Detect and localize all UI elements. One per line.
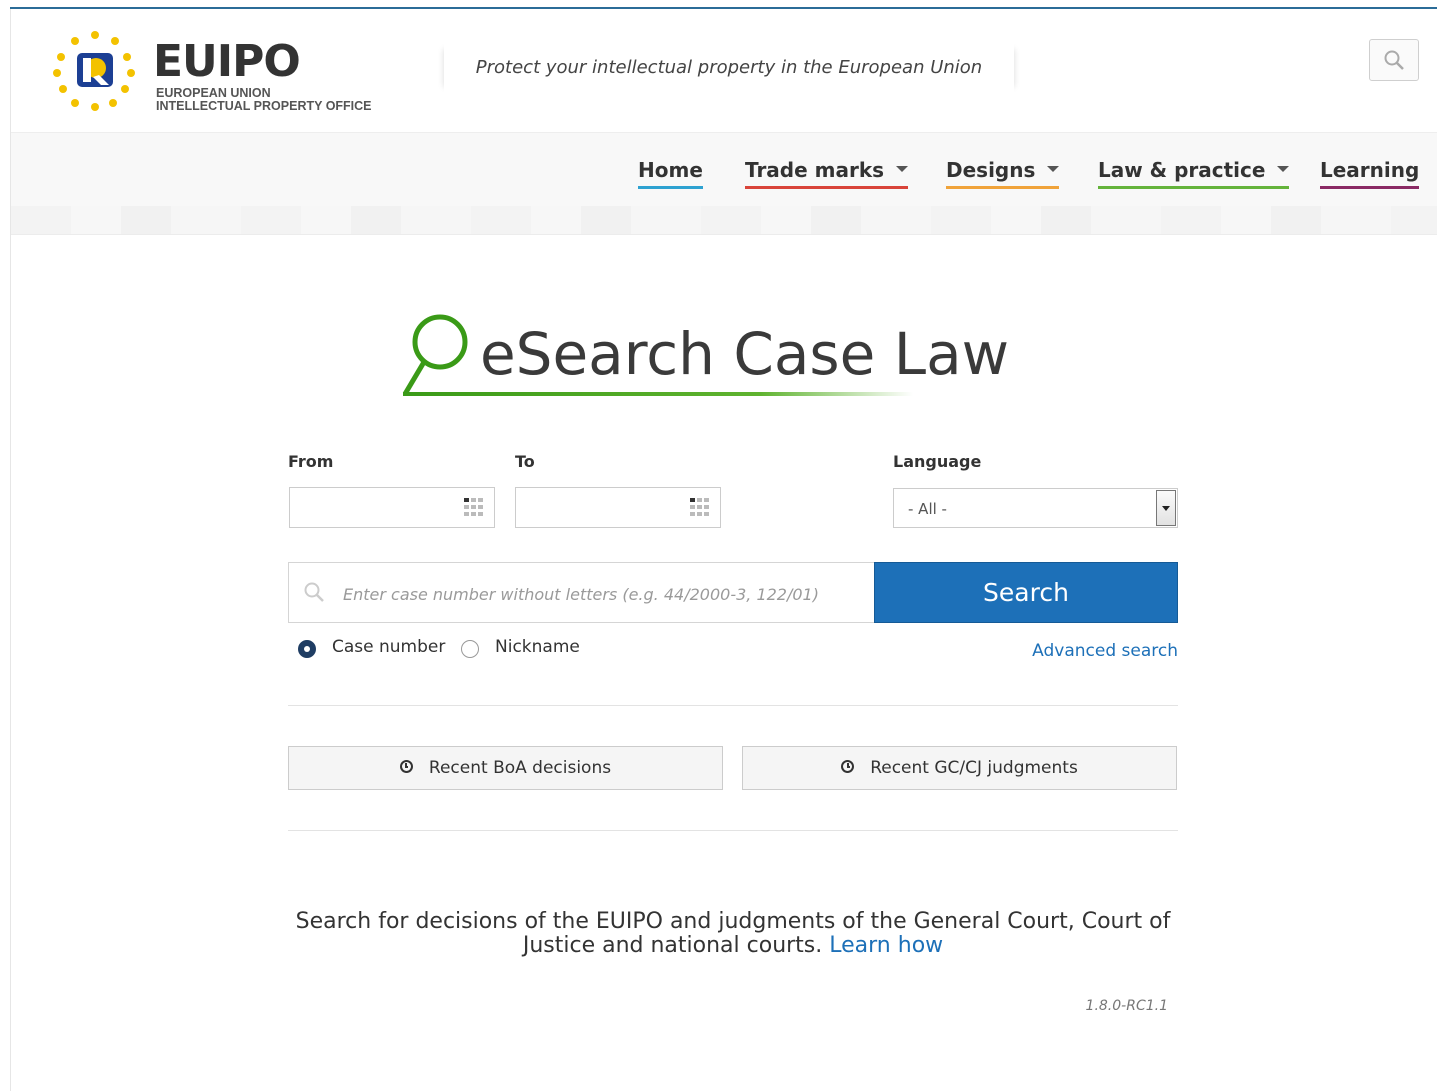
clock-icon bbox=[841, 759, 855, 773]
nav-designs-label: Designs bbox=[946, 158, 1036, 182]
page-title: eSearch Case Law bbox=[480, 320, 1010, 388]
version-label: 1.8.0-RC1.1 bbox=[1085, 998, 1168, 1014]
esearch-brand: eSearch Case Law bbox=[400, 312, 1020, 407]
language-label: Language bbox=[893, 452, 982, 471]
recent-gc-label: Recent GC/CJ judgments bbox=[870, 758, 1078, 778]
language-select-value: - All - bbox=[908, 500, 947, 518]
nav-trade-marks-label: Trade marks bbox=[745, 158, 885, 182]
radio-case-number-label: Case number bbox=[332, 637, 446, 657]
recent-boa-button[interactable]: Recent BoA decisions bbox=[288, 746, 723, 790]
nav-home[interactable]: Home bbox=[638, 158, 703, 189]
search-icon bbox=[1384, 50, 1404, 70]
tagline-box: Protect your intellectual property in th… bbox=[444, 43, 1014, 93]
caret-down-icon bbox=[1047, 165, 1060, 172]
logo-subtitle-line2: INTELLECTUAL PROPERTY OFFICE bbox=[156, 99, 372, 113]
nav-trade-marks[interactable]: Trade marks bbox=[745, 158, 909, 189]
site-header: EUIPO EUROPEAN UNION INTELLECTUAL PROPER… bbox=[11, 9, 1437, 132]
nav-law-practice-label: Law & practice bbox=[1098, 158, 1266, 182]
search-button[interactable]: Search bbox=[874, 562, 1178, 623]
calendar-icon[interactable] bbox=[464, 498, 486, 518]
calendar-icon[interactable] bbox=[690, 498, 712, 518]
nav-learning[interactable]: Learning bbox=[1320, 158, 1420, 189]
divider bbox=[288, 830, 1178, 831]
info-description: Search for decisions of the EUIPO and ju… bbox=[295, 909, 1171, 958]
advanced-search-link[interactable]: Advanced search bbox=[1032, 641, 1178, 661]
info-text: Search for decisions of the EUIPO and ju… bbox=[288, 910, 1178, 958]
divider bbox=[288, 705, 1178, 706]
learn-how-link[interactable]: Learn how bbox=[829, 933, 943, 958]
nav-designs[interactable]: Designs bbox=[946, 158, 1060, 189]
nav-law-practice[interactable]: Law & practice bbox=[1098, 158, 1290, 189]
to-label: To bbox=[515, 452, 535, 471]
clock-icon bbox=[399, 759, 413, 773]
radio-selected-icon[interactable] bbox=[298, 640, 316, 658]
tagline: Protect your intellectual property in th… bbox=[475, 57, 983, 78]
caret-down-icon bbox=[896, 165, 909, 172]
eu-stars-r-icon bbox=[53, 31, 135, 111]
from-date-input[interactable] bbox=[289, 487, 495, 528]
nav-learning-label: Learning bbox=[1320, 158, 1420, 182]
recent-boa-label: Recent BoA decisions bbox=[428, 758, 612, 778]
caret-down-icon bbox=[1277, 165, 1290, 172]
main-navigation: Home Trade marks Designs Law & practice … bbox=[11, 132, 1437, 208]
logo-wordmark: EUIPO bbox=[153, 36, 301, 87]
case-search-input[interactable] bbox=[341, 575, 865, 613]
decorative-strip bbox=[11, 206, 1437, 235]
case-search-box bbox=[288, 562, 875, 623]
search-icon bbox=[304, 582, 324, 602]
to-date-input[interactable] bbox=[515, 487, 721, 528]
logo-subtitle: EUROPEAN UNION INTELLECTUAL PROPERTY OFF… bbox=[156, 87, 372, 113]
header-search-button[interactable] bbox=[1369, 39, 1419, 81]
recent-gc-button[interactable]: Recent GC/CJ judgments bbox=[742, 746, 1177, 790]
radio-nickname-label: Nickname bbox=[495, 637, 580, 657]
chevron-down-icon[interactable] bbox=[1156, 490, 1176, 526]
from-label: From bbox=[288, 452, 334, 471]
language-select[interactable]: - All - bbox=[893, 488, 1178, 528]
euipo-logo[interactable]: EUIPO EUROPEAN UNION INTELLECTUAL PROPER… bbox=[47, 27, 407, 117]
radio-unselected-icon[interactable] bbox=[461, 640, 479, 658]
nav-home-label: Home bbox=[638, 158, 703, 182]
